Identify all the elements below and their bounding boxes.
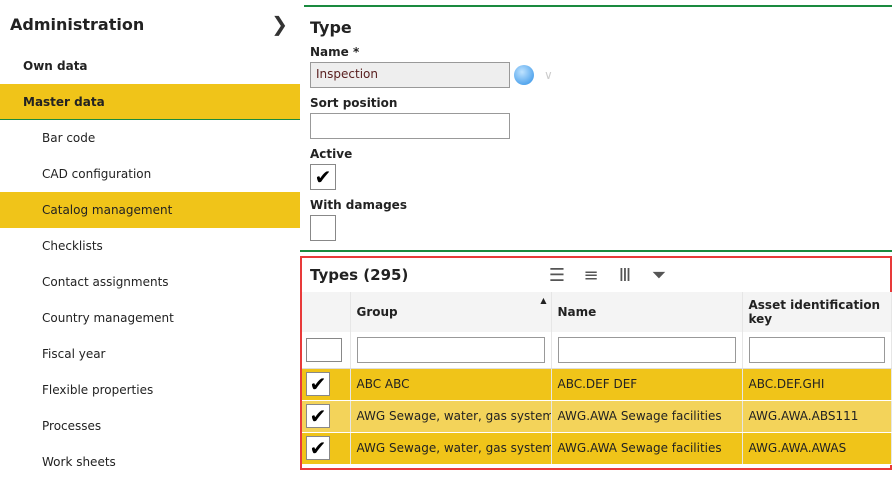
cell-name: AWG.AWA Sewage facilities [551,432,743,465]
filter-checkbox[interactable] [306,337,342,362]
column-header-group[interactable]: Group ▲ [350,292,552,332]
sort-position-input[interactable] [310,113,510,139]
grid-title: Types (295) [310,266,409,284]
column-label: Group [356,305,398,319]
cell-name: AWG.AWA Sewage facilities [551,400,743,433]
types-grid: Types (295) ☰ ≡ Ⅲ ⏷ Group ▲ Name Asset id… [300,256,892,470]
cell-group: ABC ABC [350,368,552,401]
row-checkbox[interactable]: ✔ [306,436,330,460]
sidebar-item-contact-assignments[interactable]: Contact assignments [0,264,300,300]
list-view-icon[interactable]: ≡ [578,263,604,287]
column-header-name[interactable]: Name [551,292,743,332]
cell-key: ABC.DEF.GHI [742,368,892,401]
with-damages-label: With damages [310,198,407,212]
divider [304,5,892,7]
column-header-select [302,292,351,332]
cell-key: AWG.AWA.AWAS [742,432,892,465]
sort-position-label: Sort position [310,96,398,110]
column-header-asset-key[interactable]: Asset identification key [742,292,892,332]
active-label: Active [310,147,353,161]
sidebar-item-fiscal-year[interactable]: Fiscal year [0,336,300,372]
type-form: Type Name * Inspection ∨ Sort position A… [300,0,892,252]
table-row[interactable]: ✔ AWG Sewage, water, gas systems AWG.AWA… [302,400,892,433]
sidebar-item-flexible-properties[interactable]: Flexible properties [0,372,300,408]
sidebar-item-checklists[interactable]: Checklists [0,228,300,264]
sidebar-title: Administration [10,14,145,34]
cell-key: AWG.AWA.ABS111 [742,400,892,433]
globe-icon[interactable] [514,65,534,85]
divider [300,250,892,252]
filter-key-input[interactable] [748,336,885,363]
cell-group: AWG Sewage, water, gas systems [350,432,552,465]
select-rows-icon[interactable]: ☰ [544,263,570,287]
column-settings-icon[interactable]: Ⅲ [612,263,638,287]
name-input[interactable]: Inspection [310,62,510,88]
sidebar-item-country-management[interactable]: Country management [0,300,300,336]
cell-name: ABC.DEF DEF [551,368,743,401]
name-label: Name * [310,45,360,59]
sidebar-item-catalog-management[interactable]: Catalog management [0,192,300,228]
cell-group: AWG Sewage, water, gas systems [350,400,552,433]
sidebar-item-own-data[interactable]: Own data [0,48,300,84]
sidebar-item-processes[interactable]: Processes [0,408,300,444]
sidebar: Administration ❯ Own data Master data Ba… [0,0,300,470]
with-damages-checkbox[interactable] [310,215,336,241]
types-table: Group ▲ Name Asset identification key ✔ A… [302,292,892,465]
chevron-down-icon[interactable]: ∨ [544,68,553,82]
form-title: Type [310,18,352,37]
table-row[interactable]: ✔ AWG Sewage, water, gas systems AWG.AWA… [302,432,892,465]
filter-group-input[interactable] [356,336,545,363]
sidebar-item-bar-code[interactable]: Bar code [0,120,300,156]
filter-name-input[interactable] [557,336,736,363]
row-checkbox[interactable]: ✔ [306,372,330,396]
filter-icon[interactable]: ⏷ [646,263,672,287]
chevron-right-icon[interactable]: ❯ [271,12,288,36]
sidebar-item-cad-configuration[interactable]: CAD configuration [0,156,300,192]
sort-ascending-icon: ▲ [540,296,547,305]
row-checkbox[interactable]: ✔ [306,404,330,428]
sidebar-item-master-data[interactable]: Master data [0,84,300,120]
sidebar-item-work-sheets[interactable]: Work sheets [0,444,300,480]
table-row[interactable]: ✔ ABC ABC ABC.DEF DEF ABC.DEF.GHI [302,368,892,401]
active-checkbox[interactable]: ✔ [310,164,336,190]
sidebar-header: Administration ❯ [0,0,300,48]
